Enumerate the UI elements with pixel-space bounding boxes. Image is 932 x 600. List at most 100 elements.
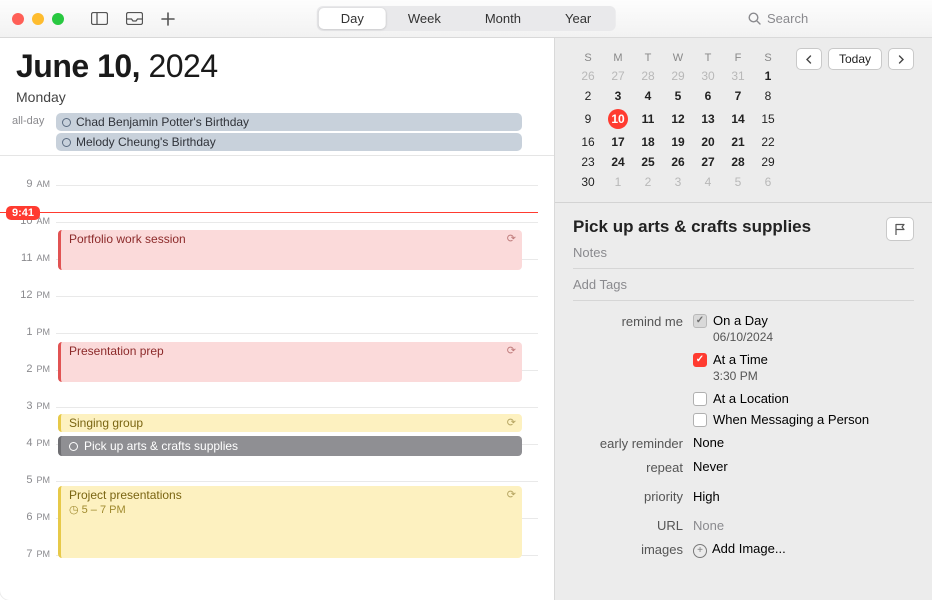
mini-calendar-day[interactable]: 7	[723, 86, 753, 106]
mini-calendar-day[interactable]: 30	[693, 66, 723, 86]
notes-field[interactable]: Notes	[573, 245, 914, 260]
on-a-day-value[interactable]: 06/10/2024	[713, 330, 914, 344]
prev-month-button[interactable]	[796, 48, 822, 70]
mini-calendar-day[interactable]: 14	[723, 106, 753, 132]
mini-calendar-day[interactable]: 28	[633, 66, 663, 86]
at-location-label: At a Location	[713, 391, 789, 406]
traffic-lights	[12, 13, 64, 25]
today-button[interactable]: Today	[828, 48, 882, 70]
mini-calendar-grid[interactable]: SMTWTFS262728293031123456789101112131415…	[573, 50, 783, 192]
mini-calendar-day[interactable]: 27	[693, 152, 723, 172]
mini-calendar-day[interactable]: 11	[633, 106, 663, 132]
mini-calendar-day[interactable]: 31	[723, 66, 753, 86]
event-time: 5 – 7 PM	[82, 504, 126, 516]
event-pickup[interactable]: Pick up arts & crafts supplies	[58, 436, 522, 456]
view-tab-month[interactable]: Month	[463, 8, 543, 29]
mini-calendar-day[interactable]: 21	[723, 132, 753, 152]
event-title: Singing group	[69, 416, 143, 430]
mini-calendar-day[interactable]: 8	[753, 86, 783, 106]
mini-calendar-day[interactable]: 4	[693, 172, 723, 192]
repeat-icon: ⟳	[507, 344, 516, 357]
flag-button[interactable]	[886, 217, 914, 241]
search-placeholder: Search	[767, 11, 808, 26]
view-tab-year[interactable]: Year	[543, 8, 613, 29]
mini-calendar-day[interactable]: 23	[573, 152, 603, 172]
mini-calendar-day[interactable]: 30	[573, 172, 603, 192]
event-prep[interactable]: Presentation prep ⟳	[58, 342, 522, 382]
tags-field[interactable]: Add Tags	[573, 268, 914, 301]
on-a-day-toggle[interactable]: On a Day	[693, 313, 914, 328]
mini-calendar-day[interactable]: 1	[603, 172, 633, 192]
view-segmented-control: Day Week Month Year	[317, 6, 616, 31]
mini-calendar-day[interactable]: 9	[573, 106, 603, 132]
date-month-day: June 10,	[16, 48, 140, 84]
mini-calendar-day[interactable]: 5	[723, 172, 753, 192]
mini-calendar-day[interactable]: 15	[753, 106, 783, 132]
search-field[interactable]: Search	[748, 11, 918, 26]
mini-calendar-day[interactable]: 22	[753, 132, 783, 152]
early-reminder-value[interactable]: None	[693, 435, 914, 450]
priority-label: priority	[573, 483, 683, 504]
mini-calendar-day[interactable]: 6	[693, 86, 723, 106]
mini-calendar-day[interactable]: 25	[633, 152, 663, 172]
mini-calendar-day[interactable]: 27	[603, 66, 633, 86]
priority-value[interactable]: High	[693, 483, 914, 504]
reminder-title[interactable]: Pick up arts & crafts supplies	[573, 217, 811, 237]
all-day-label: all-day	[12, 113, 56, 151]
add-event-icon[interactable]	[161, 12, 175, 26]
mini-calendar-day[interactable]: 2	[633, 172, 663, 192]
url-value[interactable]: None	[693, 512, 914, 533]
mini-calendar-day[interactable]: 17	[603, 132, 633, 152]
checkbox-icon	[693, 392, 707, 406]
reminder-icon	[69, 442, 78, 451]
when-messaging-toggle[interactable]: When Messaging a Person	[693, 412, 914, 427]
at-a-time-value[interactable]: 3:30 PM	[713, 369, 914, 383]
mini-calendar-day[interactable]: 3	[663, 172, 693, 192]
event-singing[interactable]: Singing group ⟳	[58, 414, 522, 432]
all-day-event[interactable]: Melody Cheung's Birthday	[56, 133, 522, 151]
mini-calendar-day[interactable]: 5	[663, 86, 693, 106]
mini-calendar-day[interactable]: 29	[753, 152, 783, 172]
inspector-panel: Today SMTWTFS262728293031123456789101112…	[554, 38, 932, 600]
hour-grid[interactable]: 8 AM9 AM10 AM11 AM12 PM1 PM2 PM3 PM4 PM5…	[0, 156, 554, 600]
mini-calendar-day[interactable]: 12	[663, 106, 693, 132]
mini-calendar-day[interactable]: 24	[603, 152, 633, 172]
event-project[interactable]: Project presentations ⟳ ◷5 – 7 PM	[58, 486, 522, 558]
hour-label: 6 PM	[8, 511, 50, 523]
event-portfolio[interactable]: Portfolio work session ⟳	[58, 230, 522, 270]
mini-calendar-day[interactable]: 18	[633, 132, 663, 152]
close-window-button[interactable]	[12, 13, 24, 25]
mini-calendar-day[interactable]: 2	[573, 86, 603, 106]
mini-calendar-day[interactable]: 1	[753, 66, 783, 86]
date-weekday: Monday	[16, 89, 538, 105]
add-image-button[interactable]: +Add Image...	[693, 541, 914, 558]
mini-calendar-day[interactable]: 28	[723, 152, 753, 172]
all-day-event[interactable]: Chad Benjamin Potter's Birthday	[56, 113, 522, 131]
mini-calendar-day[interactable]: 16	[573, 132, 603, 152]
hour-label: 9 AM	[8, 178, 50, 190]
repeat-label: repeat	[573, 459, 683, 475]
sidebar-toggle-icon[interactable]	[91, 12, 108, 25]
mini-calendar-day[interactable]: 4	[633, 86, 663, 106]
checkbox-icon	[693, 353, 707, 367]
mini-calendar-day[interactable]: 6	[753, 172, 783, 192]
inbox-icon[interactable]	[126, 12, 143, 25]
at-a-time-toggle[interactable]: At a Time	[693, 352, 914, 367]
mini-calendar-day[interactable]: 3	[603, 86, 633, 106]
minimize-window-button[interactable]	[32, 13, 44, 25]
mini-calendar-day[interactable]: 20	[693, 132, 723, 152]
zoom-window-button[interactable]	[52, 13, 64, 25]
mini-calendar-day[interactable]: 13	[693, 106, 723, 132]
mini-calendar-day[interactable]: 26	[663, 152, 693, 172]
view-tab-day[interactable]: Day	[319, 8, 386, 29]
mini-calendar-day[interactable]: 26	[573, 66, 603, 86]
next-month-button[interactable]	[888, 48, 914, 70]
view-tab-week[interactable]: Week	[386, 8, 463, 29]
current-time-indicator: 9:41	[0, 212, 538, 213]
repeat-value[interactable]: Never	[693, 459, 914, 474]
at-location-toggle[interactable]: At a Location	[693, 391, 914, 406]
mini-calendar-day[interactable]: 10	[603, 106, 633, 132]
mini-calendar-day[interactable]: 29	[663, 66, 693, 86]
mini-calendar-day[interactable]: 19	[663, 132, 693, 152]
day-view: June 10, 2024 Monday all-day Chad Benjam…	[0, 38, 554, 600]
